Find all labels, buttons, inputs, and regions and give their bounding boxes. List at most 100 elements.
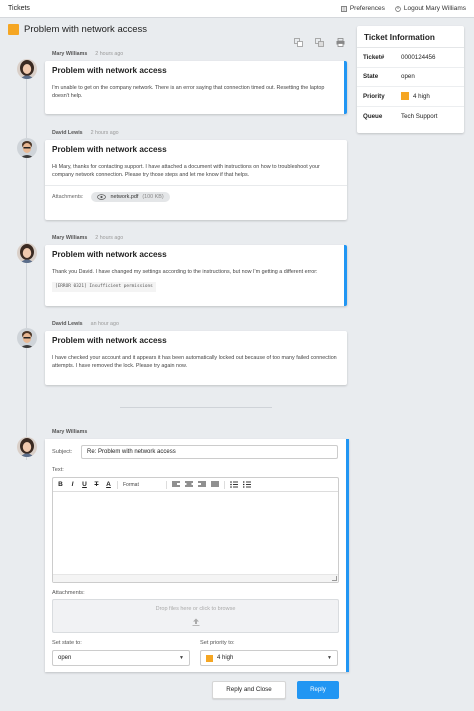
ticket-toolbar <box>294 38 345 47</box>
reply-meta: Mary Williams <box>52 429 87 435</box>
priority-color-swatch <box>206 654 213 662</box>
subject-input[interactable]: Re: Problem with network access <box>81 445 338 459</box>
logout-link[interactable]: Logout Mary Williams <box>395 5 466 12</box>
message-card: Problem with network access I'm unable t… <box>45 61 347 114</box>
bullet-list-icon[interactable] <box>230 481 238 488</box>
info-key: State <box>363 73 379 81</box>
editor-toolbar: B I U T A Format <box>53 478 338 492</box>
error-code: [ERROR 0321] Insufficient permissions <box>52 282 156 292</box>
strikethrough-button[interactable]: T <box>93 481 100 488</box>
priority-value: 4 high <box>217 655 234 661</box>
priority-color-swatch <box>401 92 409 101</box>
text-editor[interactable]: B I U T A Format <box>52 477 339 583</box>
attachment-chip[interactable]: network.pdf (100 KB) <box>91 192 170 202</box>
state-label: Set state to: <box>52 640 82 646</box>
preferences-label: Preferences <box>349 5 385 12</box>
avatar <box>17 437 37 457</box>
info-value: 0000124456 <box>401 53 436 61</box>
avatar <box>17 59 37 79</box>
info-key: Queue <box>363 112 383 120</box>
reply-button[interactable]: Reply <box>297 681 339 699</box>
message-title: Problem with network access <box>52 66 167 75</box>
info-value: 4 high <box>413 92 430 100</box>
timestamp: 2 hours ago <box>90 130 119 136</box>
priority-select[interactable]: 4 high ▼ <box>200 650 338 666</box>
align-right-icon[interactable] <box>198 481 206 488</box>
state-select[interactable]: open ▼ <box>52 650 190 666</box>
preferences-link[interactable]: Preferences <box>340 5 385 12</box>
avatar <box>17 243 37 263</box>
message-body: Hi Mary, thanks for contacting support. … <box>52 164 320 178</box>
attachments-label: Attachments: <box>52 590 85 596</box>
info-value: open <box>401 73 415 81</box>
attachment-size: (100 KB) <box>142 194 164 200</box>
timestamp: an hour ago <box>90 321 119 327</box>
author-name: Mary Williams <box>52 235 88 241</box>
timestamp: 2 hours ago <box>95 51 124 57</box>
logout-label: Logout Mary Williams <box>403 5 466 12</box>
message-card: Problem with network access I have check… <box>45 331 347 385</box>
upload-icon <box>192 618 199 626</box>
eye-icon <box>97 194 107 200</box>
format-select[interactable]: Format <box>123 482 161 488</box>
state-value: open <box>58 655 72 661</box>
underline-button[interactable]: U <box>81 481 88 488</box>
chevron-down-icon: ▼ <box>179 655 184 661</box>
toolbar-divider <box>117 480 118 489</box>
merge-icon[interactable] <box>294 38 303 47</box>
message-meta: David Lewis an hour ago <box>52 321 119 327</box>
split-icon[interactable] <box>315 38 324 47</box>
subject-label: Subject: <box>52 449 73 455</box>
text-color-button[interactable]: A <box>105 481 112 488</box>
file-dropzone[interactable]: Drop files here or click to browse <box>52 599 339 633</box>
message-title: Problem with network access <box>52 145 167 154</box>
avatar <box>17 138 37 158</box>
message-body: Thank you David. I have changed my setti… <box>45 259 344 292</box>
message-body: I have checked your account and it appea… <box>52 355 337 369</box>
app-brand[interactable]: Tickets <box>8 5 30 12</box>
toolbar-divider <box>224 480 225 489</box>
message-text: Thank you David. I have changed my setti… <box>52 269 318 275</box>
top-bar: Tickets Preferences Logout Mary Williams <box>0 0 474 18</box>
numbered-list-icon[interactable] <box>243 481 251 488</box>
chevron-down-icon: ▼ <box>327 655 332 661</box>
message-body: I'm unable to get on the company network… <box>52 85 325 99</box>
priority-indicator <box>8 24 19 35</box>
power-icon <box>395 5 401 12</box>
attachments-row: Attachments: network.pdf (100 KB) <box>45 185 347 210</box>
info-value-wrap: 4 high <box>401 92 430 101</box>
page-header: Problem with network access <box>8 24 147 35</box>
print-icon[interactable] <box>336 38 345 47</box>
priority-label: Set priority to: <box>200 640 235 646</box>
dropzone-text: Drop files here or click to browse <box>155 606 236 612</box>
timestamp: 2 hours ago <box>95 235 124 241</box>
ticket-info-panel: Ticket Information Ticket# 0000124456 St… <box>357 26 464 133</box>
info-row-state: State open <box>357 68 464 87</box>
resize-handle[interactable] <box>332 576 337 581</box>
avatar <box>17 328 37 348</box>
ticket-info-title: Ticket Information <box>357 26 464 48</box>
info-value: Tech Support <box>401 112 438 120</box>
attachment-name: network.pdf <box>110 194 139 200</box>
italic-button[interactable]: I <box>69 481 76 488</box>
message-card: Problem with network access Thank you Da… <box>45 245 347 306</box>
new-reply-divider <box>120 407 272 408</box>
message-meta: Mary Williams 2 hours ago <box>52 51 123 57</box>
editor-statusbar <box>53 574 338 582</box>
bold-button[interactable]: B <box>57 481 64 488</box>
message-title: Problem with network access <box>52 336 167 345</box>
message-card: Problem with network access Hi Mary, tha… <box>45 140 347 220</box>
align-center-icon[interactable] <box>185 481 193 488</box>
sliders-icon <box>340 5 347 12</box>
message-meta: David Lewis 2 hours ago <box>52 130 119 136</box>
author-name: Mary Williams <box>52 429 88 435</box>
author-name: David Lewis <box>52 321 83 327</box>
message-meta: Mary Williams 2 hours ago <box>52 235 123 241</box>
info-row-priority: Priority 4 high <box>357 87 464 107</box>
info-key: Ticket# <box>363 53 385 61</box>
align-justify-icon[interactable] <box>211 481 219 488</box>
info-key: Priority <box>363 92 385 100</box>
align-left-icon[interactable] <box>172 481 180 488</box>
reply-and-close-button[interactable]: Reply and Close <box>212 681 286 699</box>
info-row-queue: Queue Tech Support <box>357 107 464 127</box>
